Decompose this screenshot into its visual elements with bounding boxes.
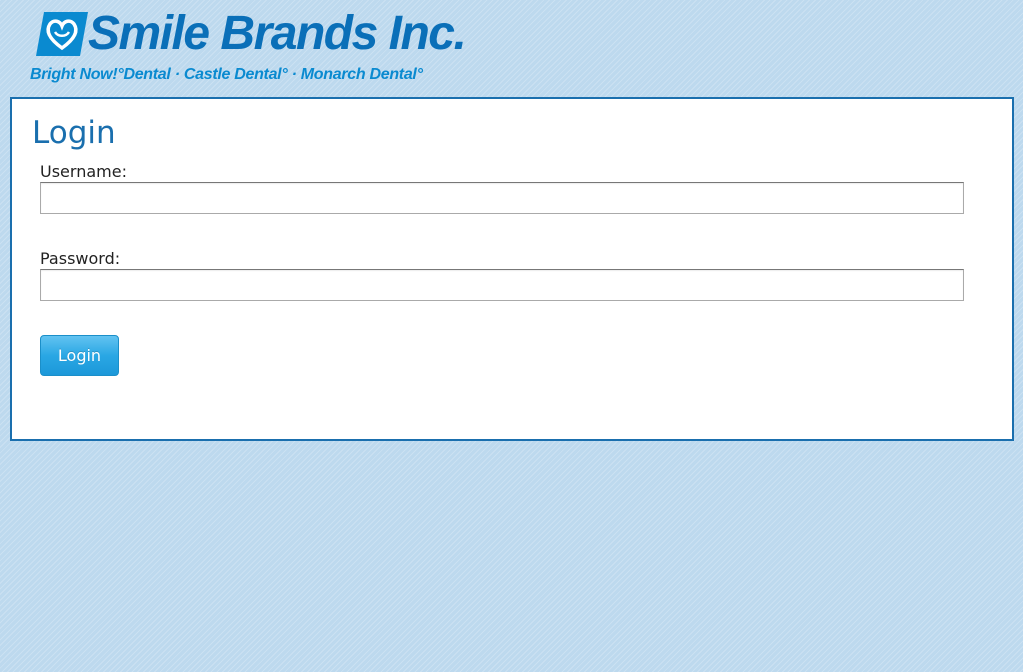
password-input[interactable] bbox=[40, 269, 964, 301]
password-label: Password: bbox=[40, 249, 121, 268]
brand-name: Smile Brands Inc. bbox=[88, 7, 467, 60]
brand-tagline: Bright Now!°Dental · Castle Dental° · Mo… bbox=[30, 66, 423, 83]
smile-heart-icon bbox=[34, 10, 90, 58]
username-input[interactable] bbox=[40, 182, 964, 214]
page-title: Login bbox=[32, 115, 116, 151]
login-button[interactable]: Login bbox=[40, 335, 119, 376]
username-label: Username: bbox=[40, 162, 127, 181]
site-header: Smile Brands Inc. Bright Now!°Dental · C… bbox=[30, 7, 510, 88]
login-panel: Login Username: Password: Login bbox=[10, 97, 1014, 441]
